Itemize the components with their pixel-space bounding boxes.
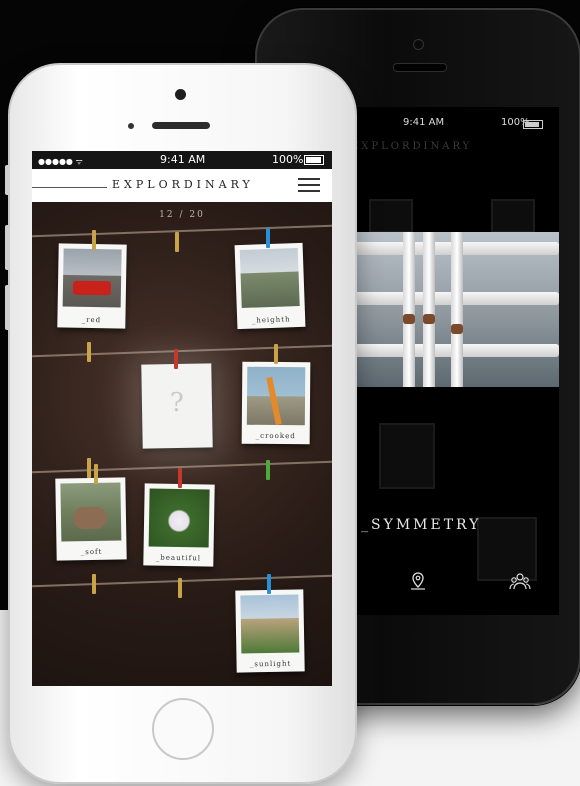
clothespin xyxy=(175,232,179,252)
status-time: 9:41 AM xyxy=(160,153,206,166)
clothespin xyxy=(87,342,91,362)
clothespin xyxy=(274,344,278,364)
hamburger-menu-icon[interactable] xyxy=(298,178,320,192)
card-caption: _red xyxy=(81,315,102,325)
photo-card[interactable]: _sunlight xyxy=(235,589,305,673)
header-rule xyxy=(32,187,107,188)
stairs-photo xyxy=(239,248,300,308)
rust-spot xyxy=(403,314,415,324)
clothespin xyxy=(92,574,96,594)
clothespin xyxy=(178,578,182,598)
clothespin xyxy=(87,458,91,478)
clothespin xyxy=(94,464,98,484)
railing-post xyxy=(451,232,463,387)
front-phone: ●●●●● ᯤ 9:41 AM 100% EXPLORDINARY 12 / 2… xyxy=(5,63,357,784)
status-battery: 100% xyxy=(272,153,304,166)
front-camera xyxy=(175,89,186,100)
photo-card[interactable]: _soft xyxy=(55,477,127,561)
ghost-card xyxy=(491,199,535,233)
ghost-card xyxy=(369,199,413,233)
card-caption: _sunlight xyxy=(249,659,292,669)
rust-spot xyxy=(451,324,463,334)
back-status-time: 9:41 AM xyxy=(403,117,445,128)
back-brand-title: EXPLORDINARY xyxy=(351,141,473,152)
back-status-bar: 9:41 AM 100% xyxy=(351,117,559,131)
question-mark: ? xyxy=(169,387,185,419)
battery-icon xyxy=(304,155,324,165)
brand-title: EXPLORDINARY xyxy=(112,178,254,191)
back-phone-screen: 9:41 AM 100% EXPLORDINARY _SYMMETRY xyxy=(351,107,559,615)
clothespin xyxy=(267,574,271,594)
clothesline-board: 12 / 20 _red _heighth ? _crooked _soft _… xyxy=(32,202,332,686)
red-van-photo xyxy=(62,248,122,308)
volume-up-button xyxy=(5,225,10,270)
home-button[interactable] xyxy=(152,698,214,760)
building-photo xyxy=(240,594,300,654)
clothespin xyxy=(266,228,270,248)
volume-down-button xyxy=(5,285,10,330)
mystery-card[interactable]: ? xyxy=(141,363,213,449)
dog-photo xyxy=(60,482,122,542)
card-caption: _soft xyxy=(80,547,103,557)
ghost-card xyxy=(379,423,435,489)
back-app-header: EXPLORDINARY xyxy=(351,137,559,157)
clothespin xyxy=(92,230,96,250)
mute-switch xyxy=(5,165,10,195)
card-caption: _beautiful xyxy=(155,553,202,563)
clothespin xyxy=(174,349,178,369)
symmetry-photo[interactable] xyxy=(351,232,559,387)
clothespin xyxy=(266,460,270,480)
lotus-photo xyxy=(148,488,210,548)
back-phone-speaker xyxy=(393,63,447,72)
back-battery-icon xyxy=(523,120,543,129)
app-header: EXPLORDINARY xyxy=(32,169,332,202)
map-pin-icon[interactable] xyxy=(407,570,429,592)
rope xyxy=(32,344,332,358)
photo-card[interactable]: _red xyxy=(57,243,127,329)
card-caption: _crooked xyxy=(255,431,296,441)
front-speaker xyxy=(152,122,210,129)
rust-spot xyxy=(423,314,435,324)
rope xyxy=(32,224,332,238)
progress-counter: 12 / 20 xyxy=(159,210,205,220)
back-phone-camera xyxy=(413,39,424,50)
status-bar: ●●●●● ᯤ 9:41 AM 100% xyxy=(32,151,332,169)
clothespin xyxy=(178,468,182,488)
front-phone-screen: ●●●●● ᯤ 9:41 AM 100% EXPLORDINARY 12 / 2… xyxy=(32,151,332,686)
proximity-sensor xyxy=(128,123,134,129)
photo-card[interactable]: _crooked xyxy=(241,361,311,445)
group-icon[interactable] xyxy=(509,570,531,592)
card-caption: _heighth xyxy=(251,315,291,325)
crooked-pole-photo xyxy=(246,366,306,426)
railing-post xyxy=(423,232,435,387)
photo-card[interactable]: _beautiful xyxy=(143,483,215,567)
signal-wifi-icon: ●●●●● ᯤ xyxy=(38,157,83,166)
challenge-title-text: _SYMMETRY xyxy=(361,517,482,533)
railing-post xyxy=(403,232,415,387)
photo-card[interactable]: _heighth xyxy=(234,242,306,330)
